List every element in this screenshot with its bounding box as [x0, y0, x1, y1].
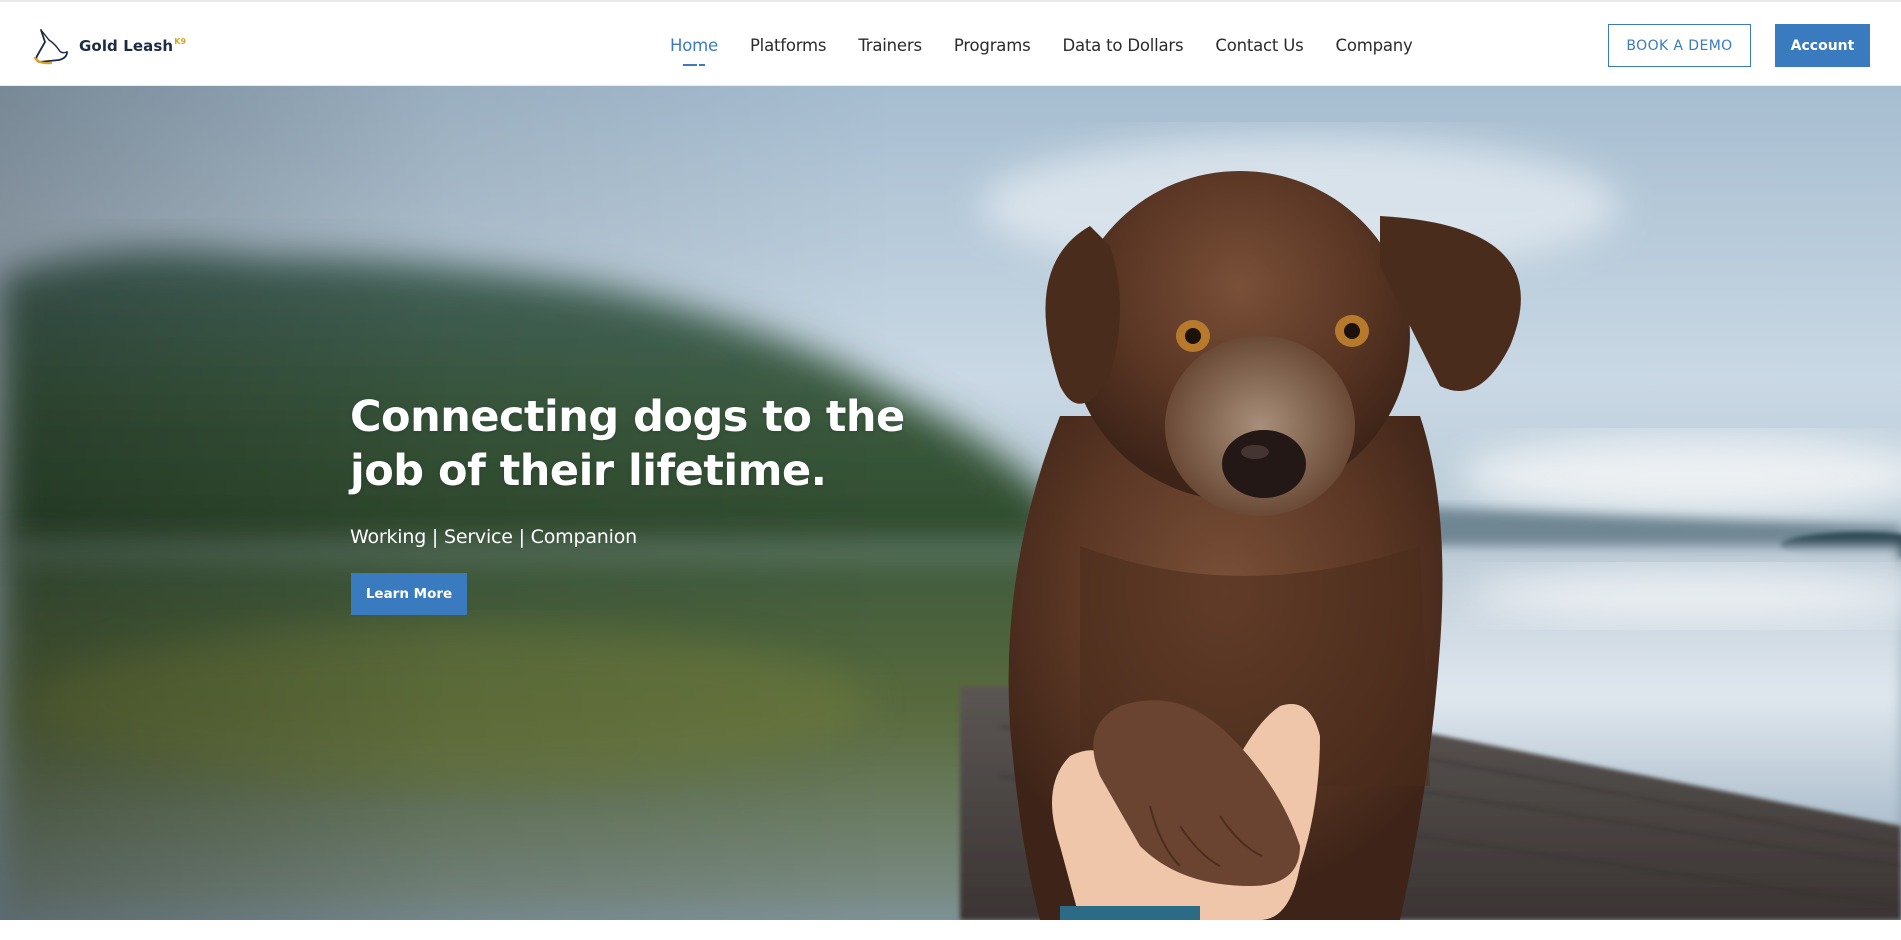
nav-item-contact-us[interactable]: Contact Us: [1215, 36, 1303, 55]
account-button[interactable]: Account: [1775, 24, 1870, 67]
book-demo-button[interactable]: BOOK A DEMO: [1608, 24, 1751, 67]
learn-more-button[interactable]: Learn More: [351, 573, 467, 615]
hero-subtitle: Working | Service | Companion: [350, 526, 637, 548]
hero-title-line1: Connecting dogs to the: [350, 392, 905, 442]
nav-item-label: Data to Dollars: [1062, 35, 1184, 55]
dog-head-logo-icon: [33, 29, 68, 65]
nav-item-home[interactable]: Home: [670, 35, 718, 66]
nav-item-label: Programs: [953, 35, 1031, 55]
active-indicator: [682, 63, 705, 66]
brand-superscript: K9: [174, 37, 187, 46]
nav-item-label: Contact Us: [1215, 35, 1304, 55]
nav-item-programs[interactable]: Programs: [954, 36, 1031, 55]
nav-item-platforms[interactable]: Platforms: [749, 35, 827, 55]
nav-item-label: Home: [670, 35, 718, 55]
nav-item-label: Platforms: [749, 35, 827, 55]
main-nav: Home Platforms Trainers Programs Data to…: [670, 2, 1445, 88]
nav-item-label: Trainers: [858, 35, 922, 55]
brand-logo[interactable]: Gold LeashK9: [29, 24, 186, 68]
hero-background-image: [0, 86, 1901, 920]
nav-item-trainers[interactable]: Trainers: [858, 36, 922, 55]
hero-title-line2: job of their lifetime.: [350, 446, 827, 496]
nav-item-data-to-dollars[interactable]: Data to Dollars: [1062, 36, 1183, 55]
hero-section: Connecting dogs to the job of their life…: [0, 86, 1901, 920]
page-bottom-strip: [0, 920, 1901, 940]
nav-item-company[interactable]: Company: [1336, 36, 1413, 55]
brand-name: Gold LeashK9: [79, 37, 187, 55]
hero-title: Connecting dogs to the job of their life…: [350, 390, 950, 498]
nav-item-label: Company: [1335, 35, 1413, 55]
site-header: Gold LeashK9 Home Platforms Trainers Pro…: [0, 0, 1901, 86]
